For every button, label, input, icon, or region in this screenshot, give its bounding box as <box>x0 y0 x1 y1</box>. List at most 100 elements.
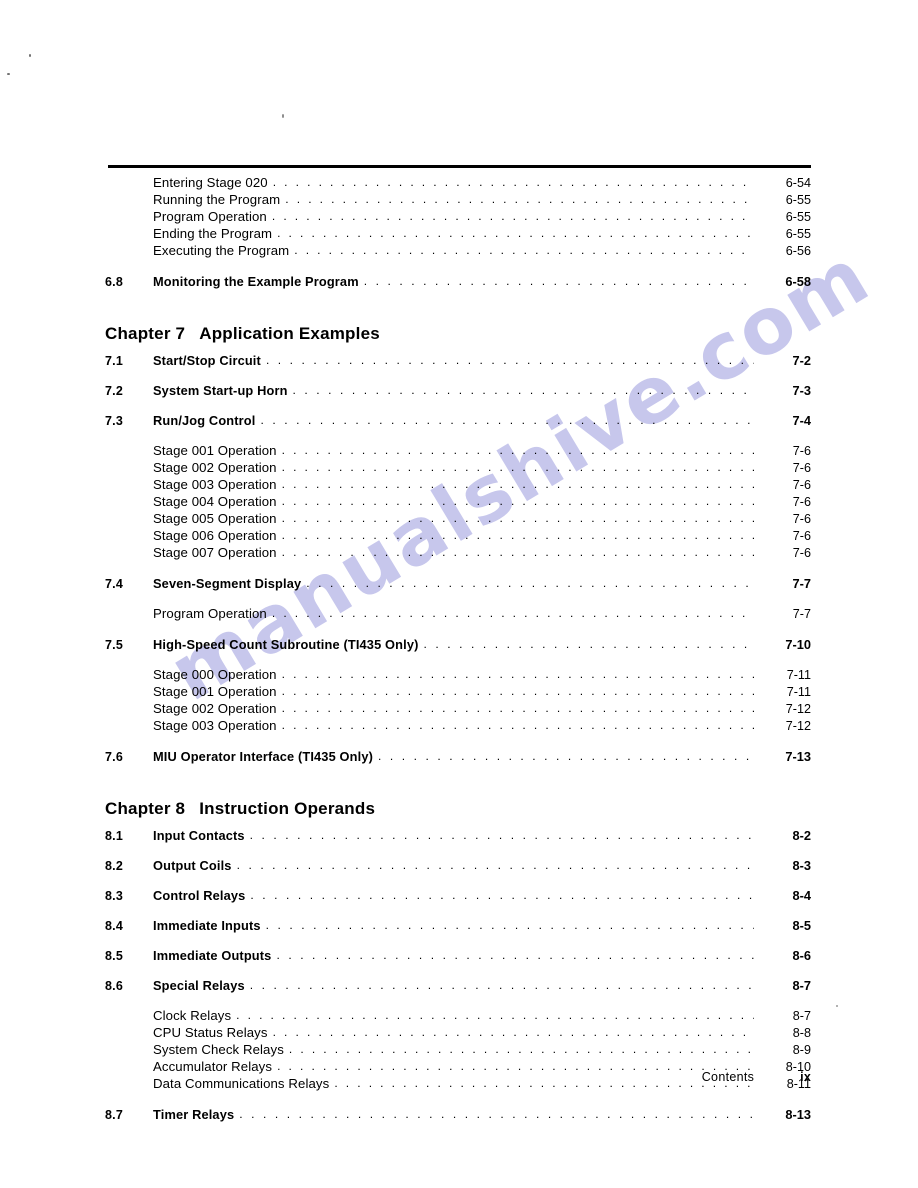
toc-section-number: 8.1 <box>105 829 123 843</box>
toc-page-number: 8-4 <box>792 888 812 903</box>
toc-leader-dots: . . . . . . . . . . . . . . . . . . . . … <box>334 1076 754 1090</box>
toc-page-number: 8-3 <box>792 858 812 873</box>
toc-leader-dots: . . . . . . . . . . . . . . . . . . . . … <box>271 606 754 620</box>
toc-section-number: 8.2 <box>105 859 123 873</box>
toc-entry-title: Executing the Program <box>153 243 290 258</box>
toc-entry-title: Data Communications Relays <box>153 1076 330 1091</box>
toc-leader-dots: . . . . . . . . . . . . . . . . . . . . … <box>363 274 754 288</box>
toc-leader-dots: . . . . . . . . . . . . . . . . . . . . … <box>272 175 754 189</box>
toc-section-number: 7.6 <box>105 750 123 764</box>
header-rule <box>108 165 811 168</box>
toc-section-row[interactable]: 7.5 High-Speed Count Subroutine (TI435 On… <box>0 637 918 667</box>
toc-subentry-row[interactable]: System Check Relays . . . . . . . . . . .… <box>0 1042 918 1059</box>
toc-subentry-row[interactable]: Program Operation . . . . . . . . . . . .… <box>0 209 918 226</box>
toc-subentry-row[interactable]: Stage 003 Operation . . . . . . . . . . .… <box>0 477 918 494</box>
toc-page-number: 6-55 <box>785 193 811 207</box>
toc-leader-dots: . . . . . . . . . . . . . . . . . . . . … <box>281 545 754 559</box>
toc-leader-dots: . . . . . . . . . . . . . . . . . . . . … <box>281 494 754 508</box>
toc-subentry-row[interactable]: Stage 002 Operation . . . . . . . . . . .… <box>0 460 918 477</box>
toc-section-row[interactable]: 8.1 Input Contacts . . . . . . . . . . . .… <box>0 828 918 858</box>
toc-page-number: 7-11 <box>786 668 811 682</box>
toc-section-row[interactable]: 8.5 Immediate Outputs . . . . . . . . . . … <box>0 948 918 978</box>
toc-leader-dots: . . . . . . . . . . . . . . . . . . . . … <box>292 383 754 397</box>
toc-subentry-row[interactable]: Entering Stage 020 . . . . . . . . . . . … <box>0 175 918 192</box>
toc-subentry-row[interactable]: Stage 006 Operation . . . . . . . . . . .… <box>0 528 918 545</box>
toc-entry-title: Program Operation <box>153 606 267 621</box>
toc-page-number: 8-6 <box>792 948 812 963</box>
toc-entry-title: Accumulator Relays <box>153 1059 273 1074</box>
toc-subentry-row[interactable]: Executing the Program . . . . . . . . . .… <box>0 243 918 260</box>
toc-leader-dots: . . . . . . . . . . . . . . . . . . . . … <box>272 1025 754 1039</box>
toc-entry-title: Stage 001 Operation <box>153 684 277 699</box>
toc-entry-title: Start/Stop Circuit <box>153 353 261 368</box>
toc-leader-dots: . . . . . . . . . . . . . . . . . . . . … <box>281 460 754 474</box>
toc-section-row[interactable]: 8.6 Special Relays . . . . . . . . . . . .… <box>0 978 918 1008</box>
toc-entry-title: Timer Relays <box>153 1107 235 1122</box>
scan-speckle <box>29 54 31 57</box>
toc-subentry-row[interactable]: Stage 001 Operation . . . . . . . . . . .… <box>0 684 918 701</box>
toc-page-number: 7-10 <box>785 637 811 652</box>
toc-subentry-row[interactable]: Stage 003 Operation . . . . . . . . . . .… <box>0 718 918 735</box>
toc-leader-dots: . . . . . . . . . . . . . . . . . . . . … <box>306 576 754 590</box>
toc-section-number: 6.8 <box>105 275 123 289</box>
toc-entry-title: System Check Relays <box>153 1042 284 1057</box>
toc-entry-title: Stage 000 Operation <box>153 667 277 682</box>
toc-subentry-row[interactable]: Stage 001 Operation . . . . . . . . . . .… <box>0 443 918 460</box>
toc-section-row[interactable]: 8.3 Control Relays . . . . . . . . . . . .… <box>0 888 918 918</box>
toc-section-number: 8.3 <box>105 889 123 903</box>
toc-section-row[interactable]: 7.2 System Start-up Horn . . . . . . . . .… <box>0 383 918 413</box>
toc-subentry-row[interactable]: Stage 005 Operation . . . . . . . . . . .… <box>0 511 918 528</box>
toc-section-row[interactable]: 7.1 Start/Stop Circuit . . . . . . . . . .… <box>0 353 918 383</box>
toc-subentry-row[interactable]: Ending the Program . . . . . . . . . . . … <box>0 226 918 243</box>
toc-leader-dots: . . . . . . . . . . . . . . . . . . . . … <box>265 918 754 932</box>
toc-section-row[interactable]: 6.8 Monitoring the Example Program . . . .… <box>0 274 918 304</box>
toc-subentry-row[interactable]: Program Operation . . . . . . . . . . . .… <box>0 606 918 623</box>
toc-leader-dots: . . . . . . . . . . . . . . . . . . . . … <box>294 243 754 257</box>
toc-section-row[interactable]: 7.4 Seven-Segment Display . . . . . . . . … <box>0 576 918 606</box>
toc-section-row[interactable]: 7.6 MIU Operator Interface (TI435 Only) . … <box>0 749 918 779</box>
toc-section-number: 8.7 <box>105 1108 123 1122</box>
toc-page-number: 8-9 <box>792 1043 811 1057</box>
toc-entry-title: Ending the Program <box>153 226 273 241</box>
toc-page-number: 7-6 <box>792 478 811 492</box>
toc-leader-dots: . . . . . . . . . . . . . . . . . . . . … <box>236 858 754 872</box>
toc-page-number: 6-54 <box>785 176 811 190</box>
toc-subentry-row[interactable]: Stage 002 Operation . . . . . . . . . . .… <box>0 701 918 718</box>
toc-section-number: 7.5 <box>105 638 123 652</box>
toc-section-row[interactable]: 8.7 Timer Relays . . . . . . . . . . . . .… <box>0 1107 918 1137</box>
scan-speckle <box>7 73 10 75</box>
toc-subentry-row[interactable]: CPU Status Relays . . . . . . . . . . . .… <box>0 1025 918 1042</box>
toc-subentry-row[interactable]: Stage 004 Operation . . . . . . . . . . .… <box>0 494 918 511</box>
toc-entry-title: Stage 002 Operation <box>153 701 277 716</box>
toc-section-row[interactable]: 8.4 Immediate Inputs . . . . . . . . . . .… <box>0 918 918 948</box>
toc-subentry-row[interactable]: Running the Program . . . . . . . . . . .… <box>0 192 918 209</box>
toc-subentry-row[interactable]: Clock Relays . . . . . . . . . . . . . . … <box>0 1008 918 1025</box>
toc-subentry-row[interactable]: Stage 000 Operation . . . . . . . . . . .… <box>0 667 918 684</box>
toc-page-number: 7-6 <box>792 461 811 475</box>
toc-entry-title: MIU Operator Interface (TI435 Only) <box>153 749 374 764</box>
toc-section-number: 7.4 <box>105 577 123 591</box>
toc-entry-title: Output Coils <box>153 858 232 873</box>
toc-page-number: 7-3 <box>792 383 812 398</box>
toc-leader-dots: . . . . . . . . . . . . . . . . . . . . … <box>423 637 755 651</box>
chapter-heading[interactable]: Chapter 8 Instruction Operands <box>105 799 918 819</box>
toc-subentry-row[interactable]: Accumulator Relays . . . . . . . . . . . … <box>0 1059 918 1076</box>
toc-leader-dots: . . . . . . . . . . . . . . . . . . . . … <box>285 192 754 206</box>
toc-section-row[interactable]: 8.2 Output Coils . . . . . . . . . . . . .… <box>0 858 918 888</box>
toc-page-number: 7-7 <box>792 576 812 591</box>
toc-section-number: 7.2 <box>105 384 123 398</box>
toc-subentry-row[interactable]: Data Communications Relays . . . . . . . … <box>0 1076 918 1093</box>
toc-page-number: 8-7 <box>792 1009 811 1023</box>
toc-leader-dots: . . . . . . . . . . . . . . . . . . . . … <box>276 948 754 962</box>
chapter-heading[interactable]: Chapter 7 Application Examples <box>105 324 918 344</box>
toc-section-number: 8.4 <box>105 919 123 933</box>
toc-page-number: 7-6 <box>792 495 811 509</box>
toc-page-number: 8-13 <box>785 1107 811 1122</box>
toc-page-number: 7-7 <box>792 607 811 621</box>
toc-subentry-row[interactable]: Stage 007 Operation . . . . . . . . . . .… <box>0 545 918 562</box>
toc-section-row[interactable]: 7.3 Run/Jog Control . . . . . . . . . . . … <box>0 413 918 443</box>
